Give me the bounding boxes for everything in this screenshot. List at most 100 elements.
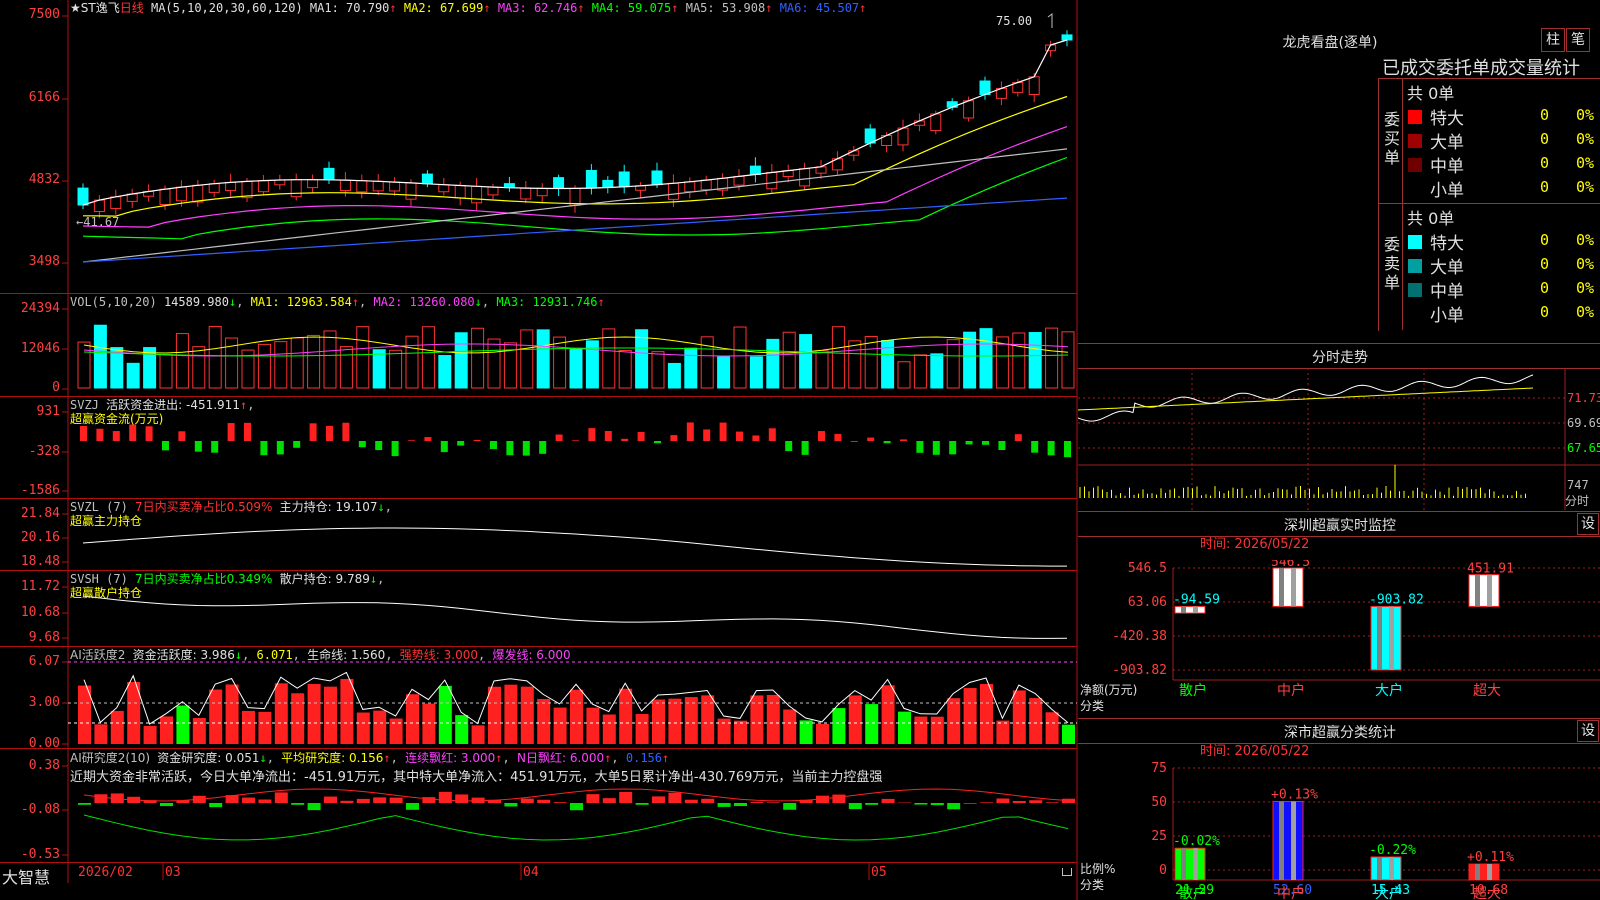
candle: [897, 127, 909, 146]
ai-research-bar: [602, 798, 616, 803]
category-bar-stripe: [1279, 568, 1284, 607]
bar-value-label: -903.82: [1369, 592, 1424, 607]
category-label: 超大: [1473, 886, 1501, 900]
sz-class-chart[interactable]: 7550250-0.02%21.29散户+0.13%52.60中户-0.22%1…: [1078, 760, 1600, 900]
svzj-bar: [1014, 434, 1022, 441]
buy-swatch: [1408, 182, 1422, 196]
stats-tab-label[interactable]: 已成交委托单成交量统计: [1382, 54, 1580, 80]
svzj-bar: [162, 441, 169, 451]
high-price-label: 75.00: [996, 14, 1033, 28]
volume-bar: [372, 349, 386, 389]
ai-active-burst: 爆发线: 6.000: [492, 648, 571, 662]
svzj-bar: [506, 441, 514, 456]
main-header: ★ST逸飞日线 MA(5,10,20,30,60,120) MA1: 70.79…: [70, 1, 866, 15]
ai-research-bar: [1029, 800, 1043, 803]
svzj-bar: [703, 429, 711, 441]
bar-value-label: +0.11%: [1467, 850, 1514, 865]
svzj-bar: [916, 441, 924, 453]
buy-row-name: 中单: [1430, 157, 1464, 177]
ai-research-bar: [734, 803, 747, 807]
ai-research-bar: [766, 802, 780, 803]
volume-bar: [307, 334, 321, 389]
svzj-bar: [424, 437, 432, 441]
volume-bar: [93, 324, 107, 389]
sz-monitor-chart[interactable]: 546.5 63.06 -420.38 -903.82 -94.59 散户 546.5 中户 -…: [1078, 560, 1600, 700]
svzj-bar: [850, 441, 858, 442]
volume-bar: [749, 356, 763, 389]
volume-bar: [684, 347, 698, 389]
volume-bar: [815, 350, 829, 389]
category-bar-stripe: [1475, 574, 1480, 607]
svzj-bar: [965, 441, 973, 445]
svzj-bars: [80, 422, 1071, 458]
lock-icon[interactable]: [1062, 868, 1072, 876]
axis-tick-label: 75: [1151, 761, 1167, 776]
volume-bars: [77, 324, 1075, 389]
svzj-bar: [145, 426, 153, 441]
category-bar-stripe: [1279, 801, 1284, 880]
volume-bar: [126, 362, 140, 389]
ai-research-bar: [914, 803, 928, 805]
category-bar-stripe: [1389, 606, 1394, 670]
sz-class-settings-button[interactable]: 设: [1577, 720, 1599, 742]
ai-active-bar: [881, 685, 895, 744]
volume-bar: [290, 337, 304, 389]
volume-bar: [717, 356, 731, 389]
ai-research-axis-label: -0.53: [20, 847, 60, 862]
ai-research-bar: [291, 803, 305, 805]
ai-research-bar: [258, 799, 272, 803]
ai-research-bar: [438, 791, 452, 803]
category-bar: [1370, 856, 1402, 881]
ai-active-bar: [570, 689, 583, 744]
bar-value-label: 546.5: [1271, 560, 1310, 570]
ai-research-bar: [553, 802, 567, 803]
svzj-bar: [391, 441, 399, 457]
sell-row-pct: 0%: [1576, 231, 1595, 249]
ai-research-bar: [389, 797, 403, 803]
svzj-bar: [883, 441, 891, 444]
ai-active-axis-label: 3.00: [28, 695, 60, 710]
svzj-bar: [900, 439, 907, 441]
vol-ma2-arrow: ↓: [474, 295, 482, 309]
ai-research-axis-label: -0.08: [20, 802, 60, 817]
pen-mode-button[interactable]: 笔: [1566, 28, 1590, 52]
svzj-bar: [342, 422, 350, 441]
category-bar: [1272, 800, 1304, 881]
svzj-bar: [801, 441, 809, 455]
category-bar: [1174, 847, 1206, 881]
volume-bar: [389, 349, 403, 389]
svzj-bar: [736, 431, 743, 441]
candle: [389, 181, 401, 192]
category-bar-stripe: [1475, 864, 1480, 880]
period-label[interactable]: 日线: [120, 1, 144, 15]
ai-research-green-line: [83, 814, 1069, 841]
volume-bar: [569, 347, 583, 389]
sell-row-pct: 0%: [1576, 279, 1595, 297]
category-bar-stripe: [1181, 848, 1186, 880]
bar-mode-button[interactable]: 柱: [1541, 28, 1565, 52]
ai-research-bar: [1012, 801, 1026, 803]
svzj-axis-label: -328: [28, 444, 60, 459]
buy-row-count: 0: [1540, 178, 1550, 196]
axis-tick-label: 63.06: [1128, 595, 1167, 610]
category-bar-stripe: [1487, 574, 1492, 607]
main-chart-canvas[interactable]: [0, 0, 1078, 900]
svzj-bar: [785, 441, 793, 452]
ai-active-bars: [78, 671, 1075, 744]
svzj-bar: [194, 441, 202, 452]
buy-row-name: 大单: [1430, 133, 1464, 153]
svzj-bar: [539, 441, 547, 454]
sz-monitor-settings-button[interactable]: 设: [1577, 513, 1599, 535]
ai-active-bar: [488, 686, 501, 744]
ai-research-val: 资金研究度: 0.051: [157, 751, 260, 765]
svzl-axis-label: 20.16: [20, 530, 60, 545]
candle: [159, 188, 171, 205]
intraday-chart[interactable]: [1078, 368, 1600, 510]
ai-research-bar: [504, 803, 518, 807]
category-bar-fill: [1272, 800, 1304, 881]
svzj-bar: [604, 430, 612, 441]
volume-bar: [913, 354, 927, 389]
svsh-hold: 散户持仓: 9.789: [279, 572, 370, 586]
sell-total: 共 0单: [1407, 209, 1455, 228]
category-label: 大户: [1375, 885, 1403, 900]
